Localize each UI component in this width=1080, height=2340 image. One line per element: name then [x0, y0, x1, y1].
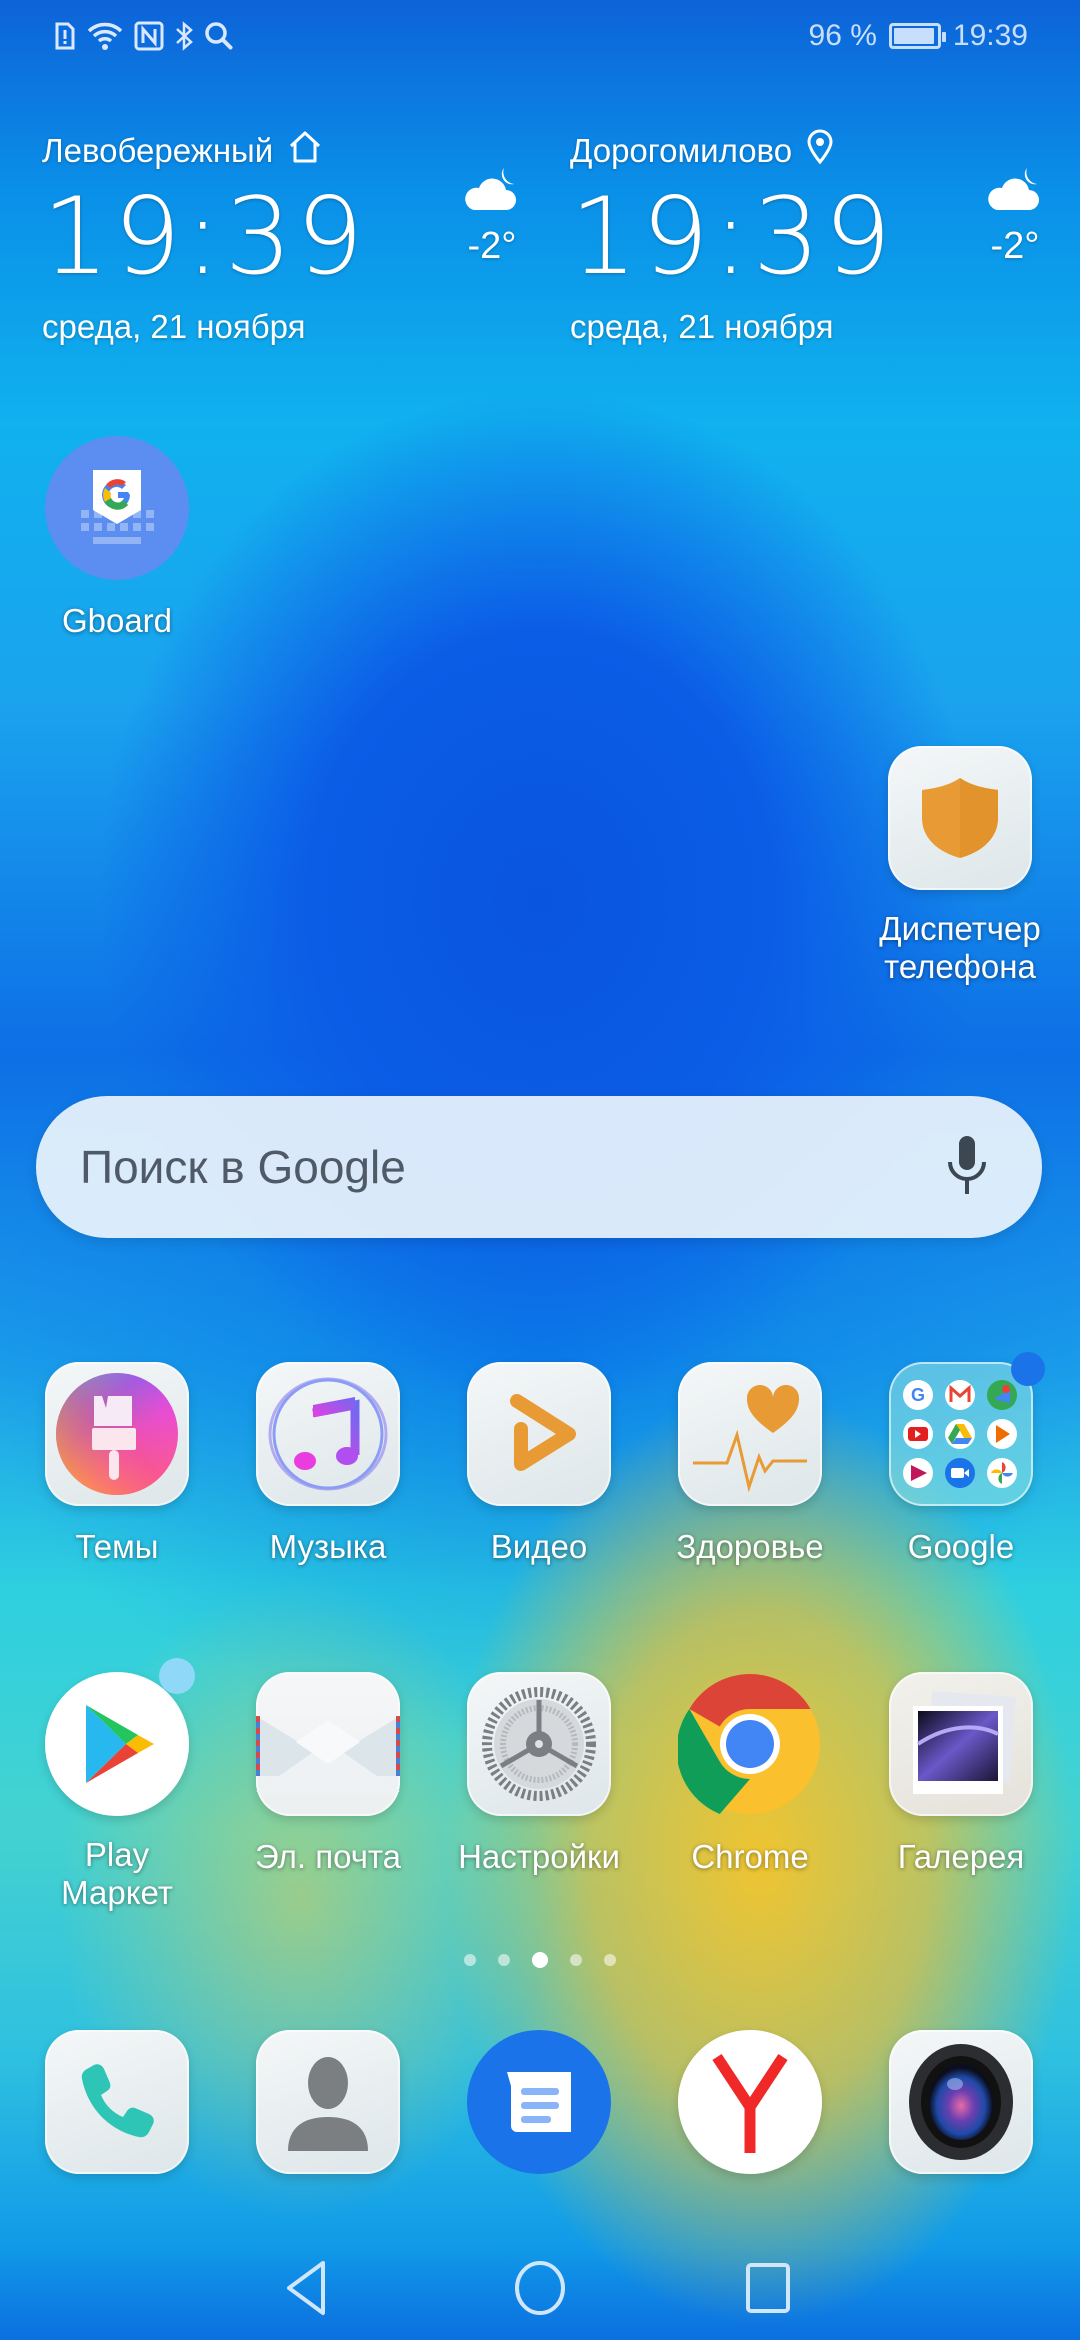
- messages-icon: [467, 2030, 611, 2174]
- dock-contacts[interactable]: [228, 2030, 428, 2174]
- app-themes[interactable]: Темы: [17, 1362, 217, 1566]
- app-label: Темы: [75, 1528, 159, 1565]
- clock-date: среда, 21 ноября: [42, 308, 306, 345]
- app-label: Play Маркет: [61, 1836, 173, 1911]
- dock-yandex-browser[interactable]: [650, 2030, 850, 2174]
- navigation-bar: [0, 2240, 1080, 2340]
- back-icon: [283, 2259, 333, 2322]
- clock-widget-location[interactable]: Дорогомилово 19:39 среда, 21 ноября -2°: [570, 129, 1070, 346]
- settings-gear-icon: [467, 1672, 611, 1816]
- sim-alert-icon: [54, 21, 76, 51]
- search-icon: [204, 21, 234, 51]
- recents-square-icon: [742, 2260, 794, 2321]
- google-folder-icon: G: [889, 1362, 1033, 1506]
- app-label: Музыка: [269, 1528, 387, 1565]
- email-envelope-icon: [256, 1672, 400, 1816]
- temperature: -2°: [467, 225, 517, 267]
- wifi-icon: [86, 21, 124, 51]
- clock-date: среда, 21 ноября: [570, 308, 834, 345]
- app-gboard[interactable]: Gboard: [17, 436, 217, 640]
- page-dot[interactable]: [498, 1954, 510, 1966]
- contacts-icon: [256, 2030, 400, 2174]
- app-settings[interactable]: Настройки: [439, 1672, 639, 1876]
- page-dot-feed[interactable]: [464, 1954, 476, 1966]
- place-name: Левобережный: [42, 132, 274, 169]
- dock-messages[interactable]: [439, 2030, 639, 2174]
- battery-icon: [888, 23, 946, 49]
- play-store-icon: [45, 1672, 189, 1816]
- app-health[interactable]: Здоровье: [650, 1362, 850, 1566]
- themes-brush-icon: [45, 1362, 189, 1506]
- microphone-icon[interactable]: [944, 1134, 990, 1201]
- page-dot[interactable]: [604, 1954, 616, 1966]
- back-button[interactable]: [268, 2250, 348, 2330]
- folder-google[interactable]: G Google: [861, 1352, 1061, 1566]
- recents-button[interactable]: [728, 2250, 808, 2330]
- cloud-moon-icon: [460, 168, 524, 220]
- status-bar[interactable]: 96 % 19:39: [0, 0, 1080, 72]
- app-gallery[interactable]: Галерея: [861, 1672, 1061, 1876]
- bluetooth-icon: [174, 21, 194, 51]
- app-label: Gboard: [61, 602, 173, 639]
- app-label: Google: [907, 1528, 1015, 1565]
- dock-phone[interactable]: [17, 2030, 217, 2174]
- cloud-moon-icon: [983, 168, 1047, 220]
- nfc-icon: [134, 21, 164, 51]
- app-music[interactable]: Музыка: [228, 1362, 428, 1566]
- app-label: Chrome: [691, 1838, 809, 1875]
- app-label: Видео: [490, 1528, 588, 1565]
- app-play-market[interactable]: Play Маркет: [17, 1658, 217, 1912]
- home-icon: [287, 130, 323, 172]
- shield-icon: [888, 746, 1032, 890]
- camera-icon: [889, 2030, 1033, 2174]
- status-time: 19:39: [952, 19, 1028, 52]
- video-play-icon: [467, 1362, 611, 1506]
- app-label: Диспетчер телефона: [879, 910, 1041, 985]
- svg-text:G: G: [911, 1385, 925, 1405]
- home-button[interactable]: [500, 2250, 580, 2330]
- app-label: Эл. почта: [254, 1838, 401, 1875]
- clock-widget-home[interactable]: Левобережный 19:39 среда, 21 ноября -2°: [42, 130, 542, 346]
- app-phone-manager[interactable]: Диспетчер телефона: [860, 746, 1060, 986]
- gallery-photo-icon: [889, 1672, 1033, 1816]
- chrome-icon: [678, 1672, 822, 1816]
- app-video[interactable]: Видео: [439, 1362, 639, 1566]
- app-email[interactable]: Эл. почта: [228, 1672, 428, 1876]
- app-label: Галерея: [897, 1838, 1025, 1875]
- page-dot[interactable]: [570, 1954, 582, 1966]
- status-right: 96 % 19:39: [809, 19, 1028, 53]
- battery-percent: 96 %: [808, 19, 877, 52]
- dock-camera[interactable]: [861, 2030, 1061, 2174]
- yandex-icon: [678, 2030, 822, 2174]
- page-dot[interactable]: [532, 1952, 548, 1968]
- notification-badge: [1011, 1352, 1045, 1386]
- home-circle-icon: [512, 2260, 568, 2321]
- temperature: -2°: [990, 225, 1040, 267]
- app-label: Настройки: [458, 1838, 620, 1875]
- app-label: Здоровье: [676, 1528, 824, 1565]
- health-heart-icon: [678, 1362, 822, 1506]
- weather[interactable]: -2°: [442, 164, 542, 268]
- google-search-bar[interactable]: Поиск в Google: [36, 1096, 1042, 1238]
- status-icons-left: [54, 21, 234, 51]
- app-chrome[interactable]: Chrome: [650, 1672, 850, 1876]
- weather[interactable]: -2°: [965, 164, 1065, 268]
- search-placeholder: Поиск в Google: [80, 1141, 406, 1193]
- place-name: Дорогомилово: [570, 132, 793, 169]
- gboard-icon: [45, 436, 189, 580]
- battery-level-fill: [893, 28, 935, 44]
- location-pin-icon: [806, 129, 834, 173]
- notification-badge: [159, 1658, 195, 1694]
- phone-icon: [45, 2030, 189, 2174]
- music-note-icon: [256, 1362, 400, 1506]
- page-indicator[interactable]: [0, 1952, 1080, 1968]
